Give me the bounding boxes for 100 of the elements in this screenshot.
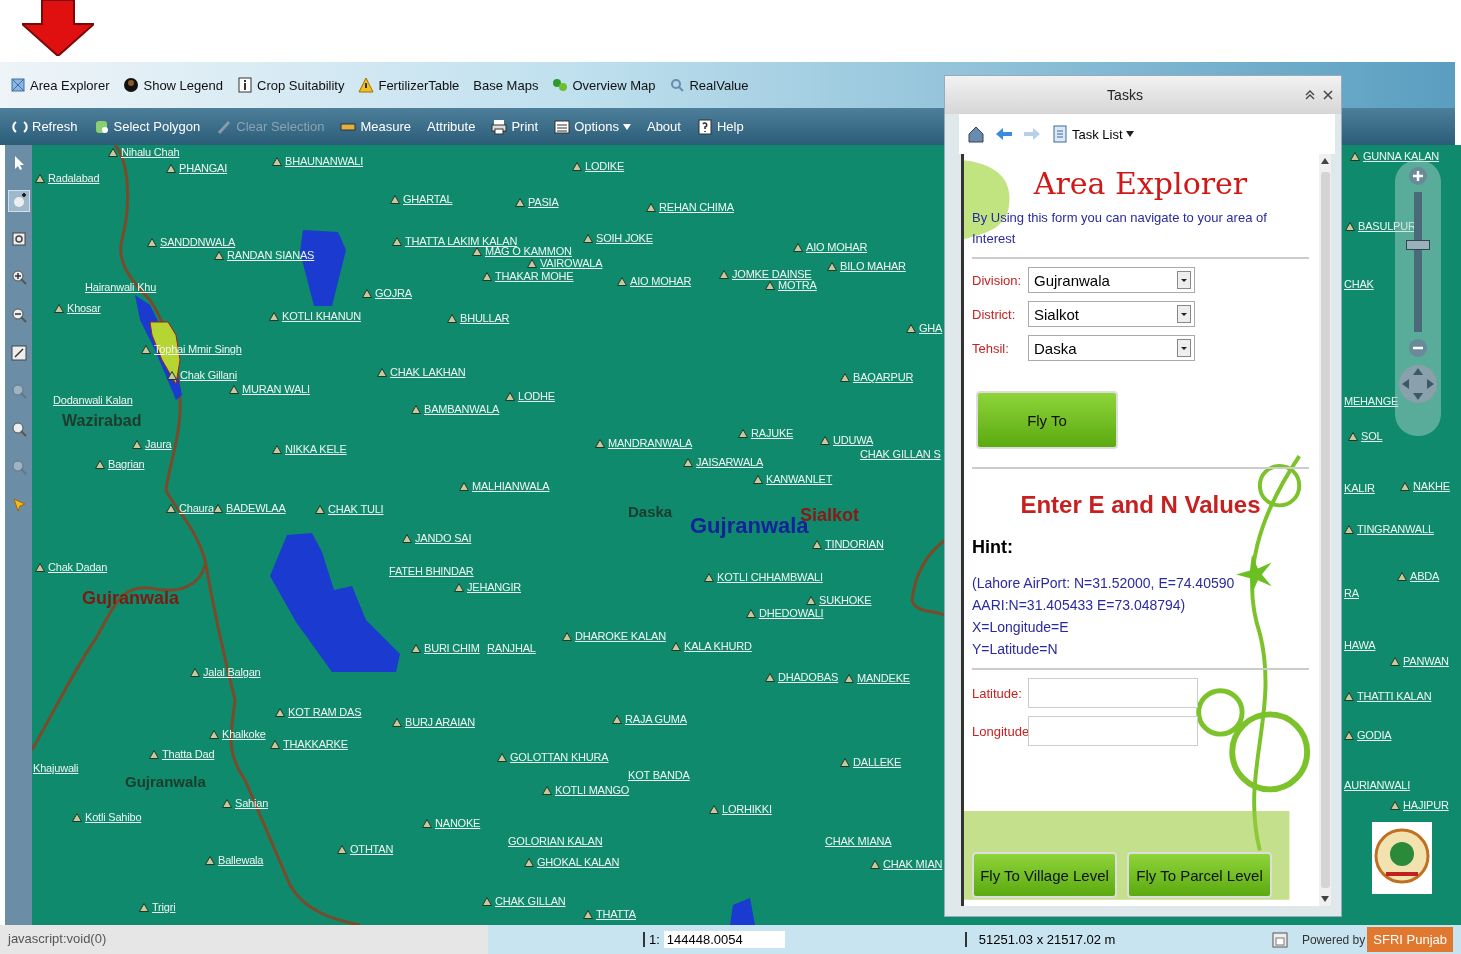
toolbar-button[interactable]: Measure — [340, 118, 411, 135]
place-label[interactable]: THATTI KALAN — [1357, 690, 1432, 702]
place-label[interactable]: MANDEKE — [857, 672, 910, 684]
place-label[interactable]: CHAK LAKHAN — [390, 366, 466, 378]
place-label[interactable]: KOTLI MANGO — [555, 784, 630, 796]
place-label[interactable]: GODIA — [1357, 729, 1392, 741]
place-label[interactable]: BAQARPUR — [853, 371, 914, 383]
place-label[interactable]: MOTRA — [778, 279, 817, 291]
place-label[interactable]: MAG O KAMMON — [485, 245, 572, 257]
place-label[interactable]: Radalabad — [48, 172, 100, 184]
place-label[interactable]: DHADOBAS — [778, 671, 839, 683]
scale-field[interactable]: 144448.0054 — [663, 931, 785, 948]
place-label[interactable]: Khalkoke — [222, 728, 266, 740]
toolbar-button[interactable]: Show Legend — [123, 77, 223, 93]
place-label[interactable]: RANJHAL — [487, 642, 536, 654]
place-label[interactable]: CHAK MIAN — [883, 858, 943, 870]
place-label[interactable]: SOL — [1361, 430, 1383, 442]
place-label[interactable]: SANDDNWALA — [160, 236, 236, 248]
place-label[interactable]: HAJIPUR — [1403, 799, 1449, 811]
task-list-menu[interactable]: Task List — [1051, 125, 1134, 143]
place-label[interactable]: SUKHOKE — [819, 594, 872, 606]
dropdown-field[interactable]: Daska — [1028, 335, 1195, 361]
zoom-out-icon[interactable] — [1408, 338, 1428, 358]
toolbar-button[interactable]: Overview Map — [552, 77, 656, 93]
toolbar-button[interactable]: RealValue — [669, 77, 749, 93]
place-label[interactable]: OTHTAN — [350, 843, 394, 855]
zoom-in-icon[interactable] — [1408, 166, 1428, 186]
place-label[interactable]: BADEWLAA — [226, 502, 286, 514]
place-label[interactable]: BHULLAR — [460, 312, 510, 324]
toolbar-button[interactable]: About — [646, 119, 681, 134]
place-label[interactable]: GHARTAL — [403, 193, 453, 205]
place-label[interactable]: RAJA GUMA — [625, 713, 687, 725]
place-label[interactable]: KOTLI CHHAMBWALI — [717, 571, 823, 583]
close-icon[interactable] — [1323, 90, 1333, 100]
place-label[interactable]: THATTA LAKIM KALAN — [405, 235, 518, 247]
place-label[interactable]: THAKAR MOHE — [495, 270, 574, 282]
place-label[interactable]: LORHIKKI — [722, 803, 772, 815]
place-label[interactable]: Ballewala — [218, 854, 264, 866]
toolbar-button[interactable]: Select Polygon — [93, 118, 201, 135]
place-label[interactable]: CHAK — [1344, 278, 1374, 290]
place-label[interactable]: FATEH BHINDAR — [389, 565, 474, 577]
document-icon[interactable] — [1271, 931, 1288, 948]
place-label[interactable]: BAMBANWALA — [424, 403, 500, 415]
place-label[interactable]: Thatta Dad — [162, 748, 215, 760]
place-label[interactable]: JAISARWALA — [696, 456, 764, 468]
place-label[interactable]: DHAROKE KALAN — [575, 630, 666, 642]
place-label[interactable]: KALIR — [1344, 482, 1375, 494]
place-label[interactable]: AIO MOHAR — [630, 275, 692, 287]
input-field[interactable] — [1028, 716, 1198, 746]
place-label[interactable]: SOIH JOKE — [596, 232, 653, 244]
place-label[interactable]: Jalal Balgan — [203, 666, 261, 678]
place-label[interactable]: TINDORIAN — [825, 538, 884, 550]
scrollbar[interactable] — [1319, 154, 1331, 906]
place-label[interactable]: CHAK TULI — [328, 503, 384, 515]
toolbar-button[interactable]: Options — [554, 118, 631, 135]
place-label[interactable]: DHEDOWALI — [759, 607, 824, 619]
place-label[interactable]: VAIROWALA — [540, 257, 603, 269]
place-label[interactable]: GUNNA KALAN — [1363, 150, 1440, 162]
place-label[interactable]: MANDRANWALA — [608, 437, 693, 449]
place-label[interactable]: GOLOTTAN KHURA — [510, 751, 609, 763]
place-label[interactable]: GOLORIAN KALAN — [508, 835, 603, 847]
place-label[interactable]: Sahian — [235, 797, 269, 809]
toolbar-button[interactable]: Refresh — [12, 118, 78, 135]
level-button[interactable]: Fly To Parcel Level — [1127, 852, 1272, 898]
place-label[interactable]: Kotli Sahibo — [85, 811, 142, 823]
dropdown-field[interactable]: Sialkot — [1028, 301, 1195, 327]
place-label[interactable]: Jaura — [145, 438, 172, 450]
place-label[interactable]: KOT RAM DAS — [288, 706, 362, 718]
place-label[interactable]: Trigri — [152, 901, 176, 913]
toolbar-button[interactable]: Base Maps — [473, 77, 539, 93]
place-label[interactable]: NAKHE — [1413, 480, 1450, 492]
toolbar-button[interactable]: Print — [491, 118, 539, 135]
place-label[interactable]: Chak Dadan — [48, 561, 108, 573]
place-label[interactable]: Khajuwali — [33, 762, 79, 774]
place-label[interactable]: RAJUKE — [751, 427, 794, 439]
place-label[interactable]: LODHE — [518, 390, 555, 402]
place-label[interactable]: BILO MAHAR — [840, 260, 906, 272]
place-label[interactable]: ABDA — [1410, 570, 1440, 582]
place-label[interactable]: MEHANGE — [1344, 395, 1399, 407]
place-label[interactable]: Khosar — [67, 302, 101, 314]
place-label[interactable]: AIO MOHAR — [806, 241, 868, 253]
place-label[interactable]: DALLEKE — [853, 756, 902, 768]
place-label[interactable]: Nihalu Chah — [121, 146, 180, 158]
house-icon[interactable] — [967, 125, 985, 143]
fly-to-button[interactable]: Fly To — [976, 391, 1118, 449]
place-label[interactable]: NIKKA KELE — [285, 443, 347, 455]
level-button[interactable]: Fly To Village Level — [972, 852, 1117, 898]
place-label[interactable]: CHAK GILLAN — [495, 895, 566, 907]
slider-thumb[interactable] — [1406, 240, 1430, 251]
full-extent-icon[interactable] — [8, 343, 29, 363]
toolbar-button[interactable]: Attribute — [427, 119, 476, 134]
place-label[interactable]: JEHANGIR — [467, 581, 522, 593]
place-label[interactable]: BASULPUR — [1358, 220, 1416, 232]
place-label[interactable]: MURAN WALI — [242, 383, 310, 395]
place-label[interactable]: Bagrian — [108, 458, 145, 470]
place-label[interactable]: BHAUNANWALI — [285, 155, 364, 167]
back-arrow-icon[interactable] — [995, 125, 1013, 143]
place-label[interactable]: PHANGAI — [179, 162, 228, 174]
place-label[interactable]: AURIANWALI — [1344, 779, 1411, 791]
place-label[interactable]: KOT BANDA — [628, 769, 690, 781]
